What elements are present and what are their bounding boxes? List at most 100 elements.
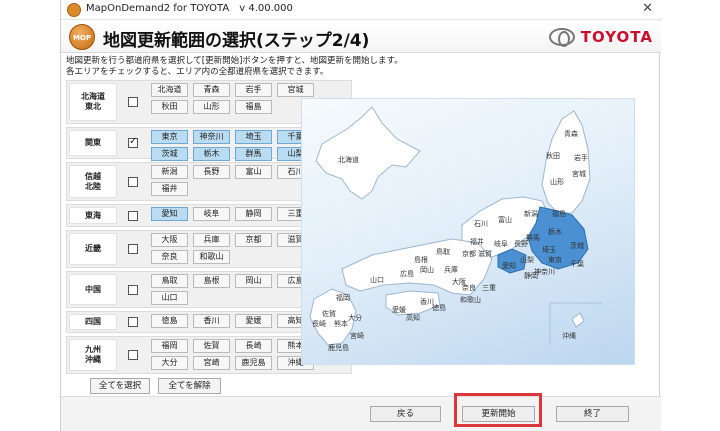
region-checkbox[interactable]: [128, 317, 138, 327]
prefecture-button[interactable]: 島根: [193, 274, 230, 288]
map-prefecture-label[interactable]: 茨城: [570, 241, 584, 251]
map-prefecture-label[interactable]: 山口: [370, 275, 384, 285]
map-prefecture-label[interactable]: 新潟: [524, 209, 538, 219]
map-prefecture-label[interactable]: 愛媛: [392, 305, 406, 315]
japan-map[interactable]: 北海道 青森 秋田 岩手 山形 宮城 新潟 福島 石川 富山 栃木 群馬 長野 茨城 福井 岐阜 埼玉 東京 千葉山…: [301, 98, 635, 365]
map-prefecture-label[interactable]: 滋賀: [478, 249, 492, 259]
map-prefecture-label[interactable]: 島根: [414, 255, 428, 265]
prefecture-button[interactable]: 東京: [151, 130, 188, 144]
map-region-okinawa[interactable]: [571, 312, 585, 328]
map-prefecture-label[interactable]: 奈良: [462, 283, 476, 293]
map-prefecture-label[interactable]: 三重: [482, 283, 496, 293]
map-prefecture-label[interactable]: 広島: [400, 269, 414, 279]
map-prefecture-label[interactable]: 山梨: [520, 255, 534, 265]
map-prefecture-label[interactable]: 鹿児島: [328, 343, 349, 353]
prefecture-button[interactable]: 香川: [193, 314, 230, 328]
prefecture-button[interactable]: 愛媛: [235, 314, 272, 328]
map-prefecture-label[interactable]: 埼玉: [542, 245, 556, 255]
map-prefecture-label[interactable]: 岩手: [574, 153, 588, 163]
region-checkbox[interactable]: [128, 244, 138, 254]
prefecture-button[interactable]: 神奈川: [193, 130, 230, 144]
map-prefecture-label[interactable]: 兵庫: [444, 265, 458, 275]
map-region-hokkaido[interactable]: [315, 106, 421, 200]
map-prefecture-label[interactable]: 東京: [548, 255, 562, 265]
prefecture-button[interactable]: 岩手: [235, 83, 272, 97]
prefecture-button[interactable]: 山口: [151, 291, 188, 305]
prefecture-button[interactable]: 岐阜: [193, 207, 230, 221]
map-prefecture-label[interactable]: 長野: [514, 239, 528, 249]
prefecture-button[interactable]: 宮崎: [193, 356, 230, 370]
map-prefecture-label[interactable]: 京都: [462, 249, 476, 259]
map-prefecture-label[interactable]: 鳥取: [436, 247, 450, 257]
map-prefecture-label[interactable]: 宮崎: [350, 331, 364, 341]
prefecture-button[interactable]: 長野: [193, 165, 230, 179]
map-prefecture-label[interactable]: 長崎: [312, 319, 326, 329]
map-prefecture-label[interactable]: 岐阜: [494, 239, 508, 249]
prefecture-button[interactable]: 茨城: [151, 147, 188, 161]
map-prefecture-label[interactable]: 富山: [498, 215, 512, 225]
prefecture-button[interactable]: 鳥取: [151, 274, 188, 288]
prefecture-button[interactable]: 福岡: [151, 339, 188, 353]
prefecture-button[interactable]: 長崎: [235, 339, 272, 353]
prefecture-button[interactable]: 愛知: [151, 207, 188, 221]
region-label: 信越 北陸: [69, 165, 117, 198]
select-all-button[interactable]: 全てを選択: [90, 378, 150, 394]
mop-logo-icon: MOP: [69, 24, 95, 50]
map-prefecture-label[interactable]: 和歌山: [460, 295, 481, 305]
map-prefecture-label[interactable]: 山形: [550, 177, 564, 187]
region-checkbox[interactable]: [128, 285, 138, 295]
prefecture-button[interactable]: 福島: [235, 100, 272, 114]
map-prefecture-label[interactable]: 宮城: [572, 169, 586, 179]
prefecture-button[interactable]: 徳島: [151, 314, 188, 328]
prefecture-button[interactable]: 山形: [193, 100, 230, 114]
map-prefecture-label[interactable]: 秋田: [546, 151, 560, 161]
prefecture-button[interactable]: 新潟: [151, 165, 188, 179]
prefecture-button[interactable]: 青森: [193, 83, 230, 97]
region-checkbox[interactable]: [128, 97, 138, 107]
map-prefecture-label[interactable]: 大分: [348, 313, 362, 323]
map-prefecture-label[interactable]: 福岡: [336, 293, 350, 303]
map-prefecture-label[interactable]: 千葉: [570, 259, 584, 269]
prefecture-button[interactable]: 大阪: [151, 233, 188, 247]
prefecture-button[interactable]: 栃木: [193, 147, 230, 161]
prefecture-button[interactable]: 福井: [151, 182, 188, 196]
map-prefecture-label[interactable]: 岡山: [420, 265, 434, 275]
prefecture-button[interactable]: 岡山: [235, 274, 272, 288]
exit-button[interactable]: 終了: [556, 406, 629, 422]
map-prefecture-label[interactable]: 佐賀: [322, 309, 336, 319]
clear-all-button[interactable]: 全てを解除: [158, 378, 221, 394]
map-prefecture-label[interactable]: 青森: [564, 129, 578, 139]
map-prefecture-label[interactable]: 徳島: [432, 303, 446, 313]
prefecture-button[interactable]: 秋田: [151, 100, 188, 114]
back-button[interactable]: 戻る: [370, 406, 441, 422]
map-prefecture-label[interactable]: 石川: [474, 219, 488, 229]
map-prefecture-label[interactable]: 福島: [552, 209, 566, 219]
prefecture-button[interactable]: 宮城: [277, 83, 314, 97]
prefecture-button[interactable]: 富山: [235, 165, 272, 179]
map-prefecture-label[interactable]: 愛知: [502, 261, 516, 271]
prefecture-button[interactable]: 静岡: [235, 207, 272, 221]
prefecture-button[interactable]: 佐賀: [193, 339, 230, 353]
map-prefecture-label[interactable]: 熊本: [334, 319, 348, 329]
prefecture-button[interactable]: 埼玉: [235, 130, 272, 144]
region-checkbox[interactable]: [128, 177, 138, 187]
region-checkbox[interactable]: [128, 211, 138, 221]
prefecture-button[interactable]: 奈良: [151, 250, 188, 264]
map-prefecture-label[interactable]: 静岡: [524, 271, 538, 281]
prefecture-button[interactable]: 北海道: [151, 83, 188, 97]
map-prefecture-label[interactable]: 福井: [470, 237, 484, 247]
prefecture-button[interactable]: 大分: [151, 356, 188, 370]
region-checkbox[interactable]: [128, 350, 138, 360]
prefecture-button[interactable]: 和歌山: [193, 250, 230, 264]
region-checkbox[interactable]: [128, 136, 138, 148]
map-prefecture-label[interactable]: 群馬: [526, 233, 540, 243]
map-prefecture-label[interactable]: 北海道: [338, 155, 359, 165]
map-prefecture-label[interactable]: 沖縄: [562, 331, 576, 341]
prefecture-button[interactable]: 群馬: [235, 147, 272, 161]
prefecture-button[interactable]: 京都: [235, 233, 272, 247]
close-icon[interactable]: ✕: [642, 2, 653, 16]
map-prefecture-label[interactable]: 栃木: [548, 227, 562, 237]
prefecture-button[interactable]: 兵庫: [193, 233, 230, 247]
map-prefecture-label[interactable]: 高知: [406, 313, 420, 323]
prefecture-button[interactable]: 鹿児島: [235, 356, 272, 370]
